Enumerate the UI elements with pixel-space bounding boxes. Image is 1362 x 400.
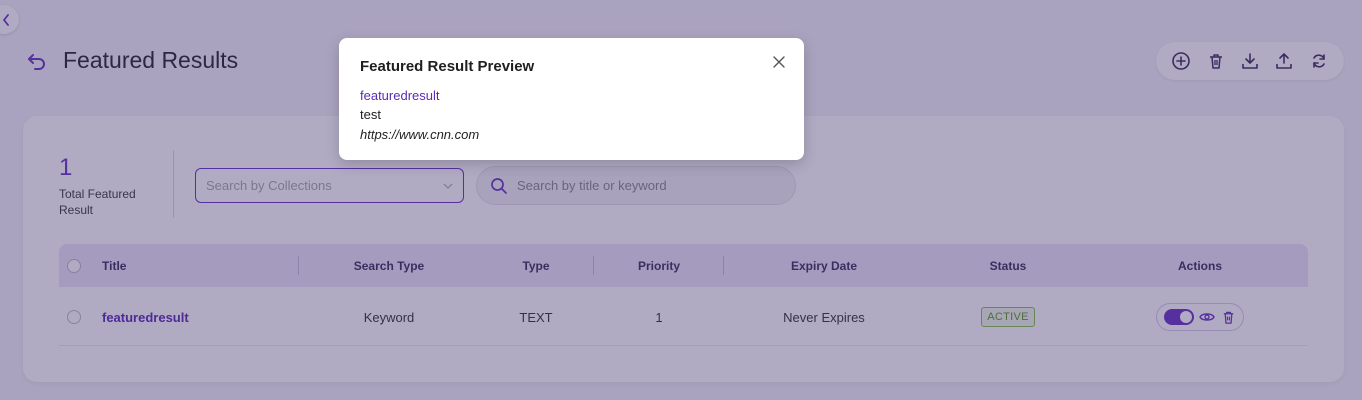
preview-url: https://www.cnn.com — [360, 127, 480, 142]
close-button[interactable] — [771, 54, 787, 70]
preview-description: test — [360, 107, 381, 122]
close-icon — [773, 56, 785, 68]
modal-title: Featured Result Preview — [360, 58, 535, 75]
preview-modal: Featured Result Preview featuredresult t… — [339, 38, 804, 160]
featured-results-page: Featured Results 1 Total Featured Result… — [0, 0, 1362, 400]
preview-result-title[interactable]: featuredresult — [360, 88, 440, 103]
